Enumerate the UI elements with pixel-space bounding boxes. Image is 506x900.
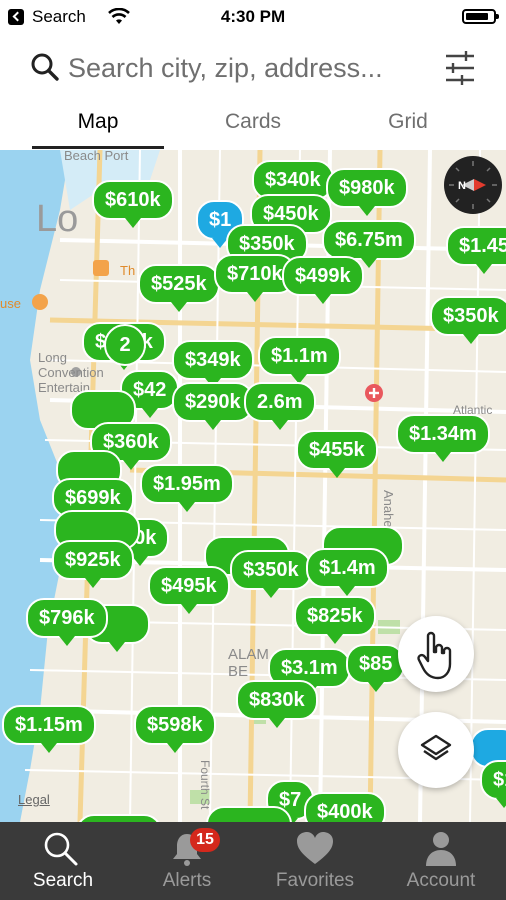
layers-icon (420, 734, 452, 761)
hand-pointer-icon (417, 631, 452, 680)
draw-area-button[interactable] (398, 616, 474, 692)
tab-map[interactable]: Map (38, 110, 158, 134)
map-label-theatre: Th (120, 263, 136, 278)
price-pin[interactable]: $1.45 (446, 226, 506, 274)
price-pin[interactable]: $980k (326, 168, 408, 216)
search-icon (44, 832, 78, 866)
price-pin[interactable]: $499k (282, 256, 364, 304)
price-pin[interactable]: $1.1m (258, 336, 341, 384)
price-pin[interactable]: $525k (138, 264, 220, 312)
price-pin[interactable]: $495k (148, 566, 230, 614)
price-pin[interactable]: $796k (26, 598, 108, 646)
price-pin[interactable]: 2.6m (244, 382, 316, 430)
tab-bar-label: Favorites (275, 870, 355, 891)
clock: 4:30 PM (220, 7, 286, 26)
status-bar: Search 4:30 PM (0, 0, 506, 34)
price-pin[interactable]: $350k (230, 550, 312, 598)
view-tabs: Map Cards Grid (0, 102, 506, 150)
price-pin[interactable]: $598k (134, 705, 216, 753)
map-label-house: use (0, 296, 21, 311)
map-layers-button[interactable] (398, 712, 474, 788)
price-pin[interactable] (206, 806, 292, 822)
heart-icon (297, 832, 333, 864)
price-pin[interactable]: $830k (236, 680, 318, 728)
svg-text:N: N (458, 180, 466, 192)
map-label-city: Lo (36, 198, 79, 240)
search-icon (31, 53, 59, 81)
price-pin[interactable]: $825k (294, 596, 376, 644)
price-pin[interactable]: $925k (52, 540, 134, 588)
battery-icon (462, 9, 499, 24)
tab-bar-label: Alerts (162, 870, 212, 891)
price-pin[interactable] (76, 814, 162, 822)
price-pin[interactable]: $290k (172, 382, 254, 430)
price-pin[interactable]: $350k (430, 296, 506, 344)
price-pin[interactable]: $400k (304, 792, 386, 822)
price-pin[interactable]: $1.4m (306, 548, 389, 596)
compass-icon[interactable]: N (444, 156, 502, 214)
price-pin[interactable]: $1.15m (2, 705, 96, 753)
price-pin[interactable]: $1.95m (140, 464, 234, 512)
price-pin[interactable]: $1.34m (396, 414, 490, 462)
filter-sliders-icon[interactable] (440, 48, 480, 88)
tab-grid[interactable]: Grid (348, 110, 468, 134)
active-tab-indicator (32, 146, 164, 149)
tab-cards[interactable]: Cards (193, 110, 313, 134)
tab-bar-label: Account (406, 870, 476, 891)
price-pin[interactable]: $6.75m (322, 220, 416, 268)
tab-bar-search[interactable]: Search (0, 822, 126, 900)
price-pin[interactable]: $455k (296, 430, 378, 478)
tab-bar-favorites[interactable]: Favorites (252, 822, 378, 900)
tab-bar-alerts[interactable]: 15 Alerts (124, 822, 250, 900)
tab-bar-label: Search (32, 870, 94, 891)
tab-bar-account[interactable]: Account (378, 822, 504, 900)
person-icon (426, 832, 456, 866)
price-pin[interactable]: $349k (172, 340, 254, 388)
map-view[interactable]: Beach Port Lo Th use Long Convention Ent… (0, 150, 506, 822)
search-bar (0, 34, 506, 102)
price-pin[interactable]: $1 (480, 760, 506, 808)
alerts-badge: 15 (190, 828, 220, 852)
legal-link[interactable]: Legal (18, 792, 50, 807)
map-label-alamitos: ALAM BE (228, 646, 269, 680)
bottom-tab-bar: Search 15 Alerts Favorites Account (0, 822, 506, 900)
price-pin[interactable]: $610k (92, 180, 174, 228)
map-label-port: Beach Port (64, 150, 129, 163)
map-label-fourth: Fourth St (198, 760, 212, 810)
search-input[interactable] (68, 50, 428, 86)
price-pin[interactable]: $85 (346, 644, 406, 692)
cluster-marker[interactable]: 2 (104, 324, 146, 366)
